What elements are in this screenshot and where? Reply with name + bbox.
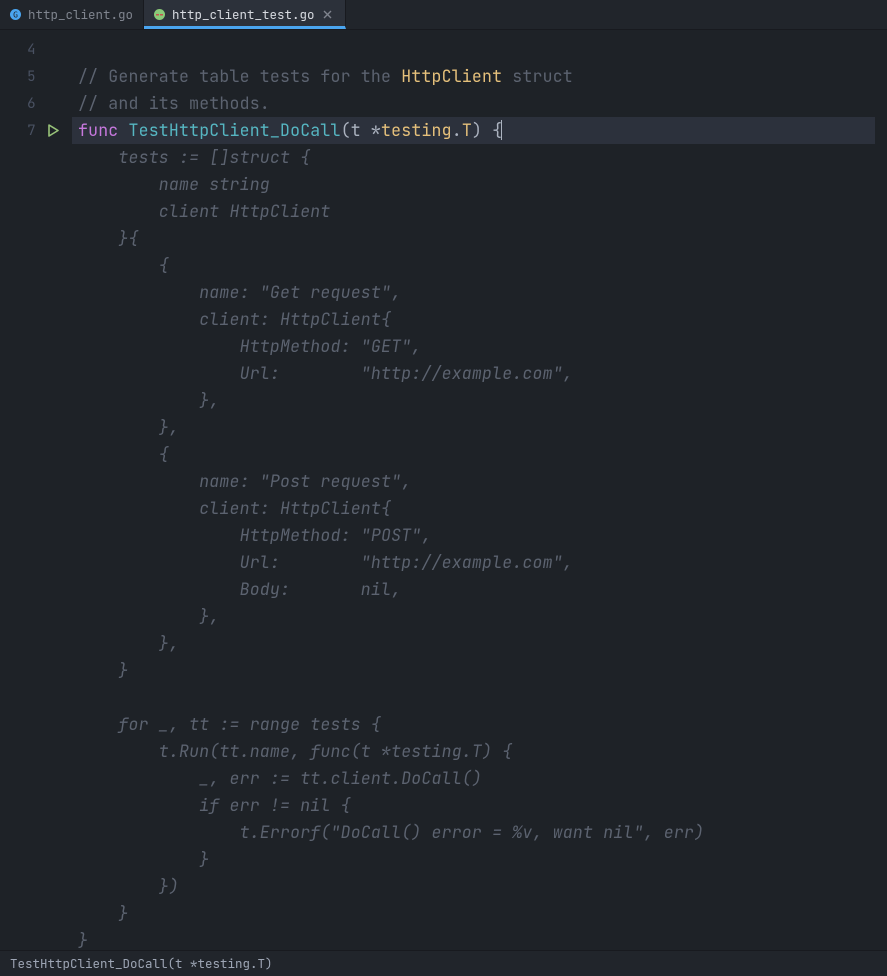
- suggestion-line[interactable]: Url: "http://example.com",: [72, 360, 887, 387]
- suggestion-line[interactable]: if err != nil {: [72, 792, 887, 819]
- code-line-active[interactable]: func TestHttpClient_DoCall(t *testing.T)…: [72, 117, 887, 144]
- suggestion-line[interactable]: _, err := tt.client.DoCall(): [72, 765, 887, 792]
- suggestion-line[interactable]: t.Run(tt.name, func(t *testing.T) {: [72, 738, 887, 765]
- suggestion-line[interactable]: },: [72, 630, 887, 657]
- code-area[interactable]: // Generate table tests for the HttpClie…: [72, 30, 887, 950]
- suggestion-line[interactable]: Url: "http://example.com",: [72, 549, 887, 576]
- gutter-row[interactable]: 6: [0, 90, 72, 117]
- ai-suggestion-block[interactable]: tests := []struct { name string client H…: [72, 144, 887, 954]
- suggestion-line[interactable]: }: [72, 846, 887, 873]
- suggestion-line[interactable]: name string: [72, 171, 887, 198]
- suggestion-line[interactable]: }: [72, 927, 887, 954]
- suggestion-line[interactable]: HttpMethod: "GET",: [72, 333, 887, 360]
- text-caret: [501, 120, 502, 140]
- editor-tabs: G http_client.go http_client_test.go: [0, 0, 887, 30]
- gutter-row[interactable]: 7: [0, 117, 72, 144]
- vertical-scrollbar[interactable]: [875, 30, 887, 950]
- gutter-row[interactable]: 5: [0, 63, 72, 90]
- suggestion-line[interactable]: },: [72, 387, 887, 414]
- close-icon[interactable]: [321, 8, 335, 22]
- svg-text:G: G: [13, 11, 18, 20]
- line-number: 4: [8, 41, 36, 59]
- code-line[interactable]: // Generate table tests for the HttpClie…: [72, 63, 887, 90]
- line-number: 5: [8, 68, 36, 86]
- tab-label: http_client.go: [28, 6, 133, 23]
- suggestion-line[interactable]: for _, tt := range tests {: [72, 711, 887, 738]
- suggestion-line[interactable]: name: "Get request",: [72, 279, 887, 306]
- suggestion-line[interactable]: }: [72, 657, 887, 684]
- suggestion-line[interactable]: t.Errorf("DoCall() error = %v, want nil"…: [72, 819, 887, 846]
- suggestion-line[interactable]: {: [72, 441, 887, 468]
- suggestion-line[interactable]: tests := []struct {: [72, 144, 887, 171]
- tab-http-client[interactable]: G http_client.go: [0, 0, 144, 29]
- suggestion-line[interactable]: client: HttpClient{: [72, 495, 887, 522]
- gutter: 4 5 6 7: [0, 30, 72, 950]
- gutter-row[interactable]: 4: [0, 36, 72, 63]
- code-line[interactable]: // and its methods.: [72, 90, 887, 117]
- code-editor: 4 5 6 7 // Generate table tests for the …: [0, 30, 887, 950]
- suggestion-line[interactable]: HttpMethod: "POST",: [72, 522, 887, 549]
- suggestion-line[interactable]: [72, 684, 887, 711]
- suggestion-line[interactable]: }): [72, 873, 887, 900]
- breadcrumb[interactable]: TestHttpClient_DoCall(t *testing.T): [10, 955, 273, 972]
- tab-http-client-test[interactable]: http_client_test.go: [144, 0, 346, 29]
- go-file-icon: G: [8, 8, 22, 22]
- suggestion-line[interactable]: name: "Post request",: [72, 468, 887, 495]
- suggestion-line[interactable]: },: [72, 603, 887, 630]
- tab-label: http_client_test.go: [172, 6, 315, 23]
- suggestion-line[interactable]: client HttpClient: [72, 198, 887, 225]
- suggestion-line[interactable]: },: [72, 414, 887, 441]
- suggestion-line[interactable]: }: [72, 900, 887, 927]
- code-line[interactable]: [72, 36, 887, 63]
- suggestion-line[interactable]: client: HttpClient{: [72, 306, 887, 333]
- run-test-icon[interactable]: [40, 124, 66, 137]
- suggestion-line[interactable]: {: [72, 252, 887, 279]
- line-number: 6: [8, 95, 36, 113]
- suggestion-line[interactable]: }{: [72, 225, 887, 252]
- go-test-file-icon: [152, 8, 166, 22]
- suggestion-line[interactable]: Body: nil,: [72, 576, 887, 603]
- line-number: 7: [8, 122, 36, 140]
